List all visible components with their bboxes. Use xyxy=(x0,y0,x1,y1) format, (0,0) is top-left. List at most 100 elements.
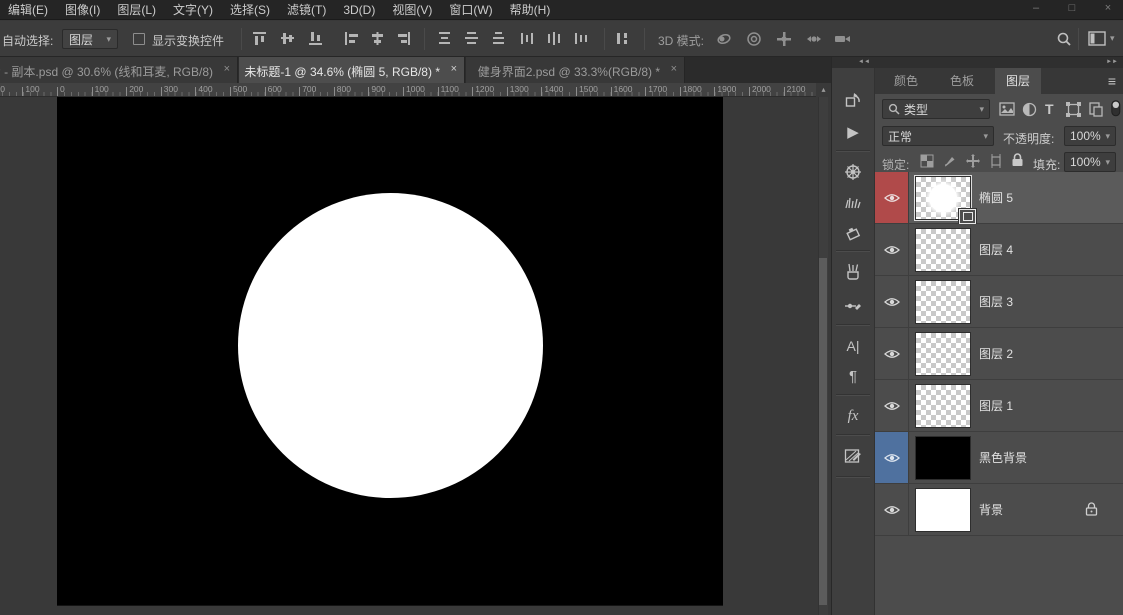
menu-layer[interactable]: 图层(L) xyxy=(117,1,156,18)
white-ellipse-shape[interactable] xyxy=(238,193,543,498)
layer-row-ellipse-5[interactable]: 椭圆 5 xyxy=(875,172,1123,224)
layer-thumbnail[interactable] xyxy=(915,228,971,272)
brush-presets-panel-icon[interactable] xyxy=(832,258,874,286)
distribute-horizontal-centers-icon[interactable] xyxy=(547,31,563,47)
tab-close-icon[interactable]: × xyxy=(224,63,230,75)
show-transform-checkbox[interactable] xyxy=(133,33,145,45)
layer-thumbnail[interactable] xyxy=(915,384,971,428)
ruler-label: 2100 xyxy=(786,84,806,94)
collapse-panels-icon[interactable]: ◄◄ xyxy=(858,57,870,68)
3d-dolly-camera-icon[interactable] xyxy=(834,31,850,47)
tab-close-icon[interactable]: × xyxy=(451,63,457,75)
scroll-up-icon[interactable]: ▴ xyxy=(817,83,830,96)
filter-smart-objects-icon[interactable] xyxy=(1089,102,1105,118)
filter-adjustment-layers-icon[interactable] xyxy=(1022,102,1038,118)
layer-thumbnail[interactable] xyxy=(915,280,971,324)
lock-position-icon[interactable] xyxy=(966,154,982,170)
align-top-edges-icon[interactable] xyxy=(252,31,268,47)
layer-filter-dropdown[interactable]: 类型 ▾ xyxy=(882,99,990,119)
search-icon[interactable] xyxy=(1056,31,1072,47)
align-vertical-centers-icon[interactable] xyxy=(280,31,296,47)
maximize-button[interactable]: □ xyxy=(1065,2,1079,14)
menu-view[interactable]: 视图(V) xyxy=(392,1,432,18)
scrollbar-thumb[interactable] xyxy=(819,258,827,605)
chevron-down-icon[interactable]: ▾ xyxy=(1110,33,1115,44)
panel-menu-icon[interactable]: ≡ xyxy=(1108,73,1116,89)
distribute-spacing-icon[interactable] xyxy=(615,31,631,47)
tool-presets-panel-icon[interactable] xyxy=(832,292,874,320)
layer-row-black-background[interactable]: 黑色背景 xyxy=(875,432,1123,484)
layer-row-background[interactable]: 背景 xyxy=(875,484,1123,536)
menu-image[interactable]: 图像(I) xyxy=(65,1,100,18)
character-panel-icon[interactable]: A| xyxy=(832,332,874,360)
visibility-eye-icon[interactable] xyxy=(875,380,909,431)
align-bottom-edges-icon[interactable] xyxy=(308,31,324,47)
layer-row-layer-3[interactable]: 图层 3 xyxy=(875,276,1123,328)
tab-layers[interactable]: 图层 xyxy=(995,68,1042,94)
layer-thumbnail[interactable] xyxy=(915,488,971,532)
visibility-eye-icon[interactable] xyxy=(875,484,909,535)
lock-transparency-icon[interactable] xyxy=(920,154,936,170)
visibility-eye-icon[interactable] xyxy=(875,276,909,327)
opacity-value[interactable]: 100% ▾ xyxy=(1064,126,1116,146)
document-canvas[interactable] xyxy=(57,97,723,605)
brush-panel-icon[interactable] xyxy=(832,188,874,216)
document-tab-1[interactable]: 会 - 副本.psd @ 30.6% (线和耳麦, RGB/8) × xyxy=(0,57,238,83)
expand-panels-icon[interactable]: ►► xyxy=(1106,57,1118,68)
layer-row-layer-4[interactable]: 图层 4 xyxy=(875,224,1123,276)
tab-color[interactable]: 颜色 xyxy=(883,68,929,94)
menu-window[interactable]: 窗口(W) xyxy=(449,1,492,18)
filter-type-layers-icon[interactable]: T xyxy=(1045,101,1054,117)
filter-shape-layers-icon[interactable] xyxy=(1066,102,1082,118)
lock-artboard-icon[interactable] xyxy=(989,154,1005,170)
navigator-panel-icon[interactable] xyxy=(832,158,874,186)
workspace-icon[interactable] xyxy=(1088,31,1106,47)
menu-edit[interactable]: 编辑(E) xyxy=(8,1,48,18)
close-button[interactable]: × xyxy=(1101,2,1115,14)
clone-source-panel-icon[interactable] xyxy=(832,220,874,248)
filter-toggle-switch[interactable] xyxy=(1111,100,1123,117)
align-right-edges-icon[interactable] xyxy=(396,31,412,47)
3d-roll-icon[interactable] xyxy=(746,31,762,47)
auto-select-dropdown[interactable]: 图层 ▾ xyxy=(62,29,118,49)
visibility-eye-icon[interactable] xyxy=(875,432,909,483)
3d-slide-icon[interactable] xyxy=(806,31,822,47)
layer-row-layer-2[interactable]: 图层 2 xyxy=(875,328,1123,380)
layer-thumbnail[interactable] xyxy=(915,436,971,480)
document-tab-3[interactable]: 健身界面2.psd @ 33.3%(RGB/8) * × xyxy=(466,57,685,83)
align-left-edges-icon[interactable] xyxy=(344,31,360,47)
menu-help[interactable]: 帮助(H) xyxy=(510,1,551,18)
tab-swatches[interactable]: 色板 xyxy=(939,68,985,94)
distribute-top-edges-icon[interactable] xyxy=(437,31,453,47)
lock-all-icon[interactable] xyxy=(1011,153,1027,169)
layer-thumbnail[interactable] xyxy=(915,332,971,376)
3d-orbit-icon[interactable] xyxy=(716,31,732,47)
distribute-vertical-centers-icon[interactable] xyxy=(464,31,480,47)
styles-panel-icon[interactable]: fx xyxy=(832,402,874,430)
visibility-eye-icon[interactable] xyxy=(875,328,909,379)
fill-value[interactable]: 100% ▾ xyxy=(1064,152,1116,172)
visibility-eye-icon[interactable] xyxy=(875,172,909,223)
menu-select[interactable]: 选择(S) xyxy=(230,1,270,18)
layer-thumbnail[interactable] xyxy=(914,175,976,224)
menu-filter[interactable]: 滤镜(T) xyxy=(287,1,326,18)
menu-type[interactable]: 文字(Y) xyxy=(173,1,213,18)
lock-image-brush-icon[interactable] xyxy=(943,154,959,170)
layer-row-layer-1[interactable]: 图层 1 xyxy=(875,380,1123,432)
actions-panel-icon[interactable]: ▶ xyxy=(832,118,874,146)
minimize-button[interactable]: – xyxy=(1029,2,1043,14)
distribute-bottom-edges-icon[interactable] xyxy=(491,31,507,47)
document-tab-2-active[interactable]: 未标题-1 @ 34.6% (椭圆 5, RGB/8) * × xyxy=(239,57,465,83)
align-horizontal-centers-icon[interactable] xyxy=(370,31,386,47)
distribute-right-edges-icon[interactable] xyxy=(574,31,590,47)
3d-pan-icon[interactable] xyxy=(776,31,792,47)
blend-mode-dropdown[interactable]: 正常 ▾ xyxy=(882,126,994,146)
distribute-left-edges-icon[interactable] xyxy=(520,31,536,47)
properties-panel-icon[interactable] xyxy=(832,442,874,470)
tab-close-icon[interactable]: × xyxy=(671,63,677,75)
history-panel-icon[interactable] xyxy=(832,86,874,114)
menu-3d[interactable]: 3D(D) xyxy=(343,3,375,17)
filter-pixel-layers-icon[interactable] xyxy=(999,102,1015,118)
visibility-eye-icon[interactable] xyxy=(875,224,909,275)
paragraph-panel-icon[interactable]: ¶ xyxy=(832,362,874,390)
